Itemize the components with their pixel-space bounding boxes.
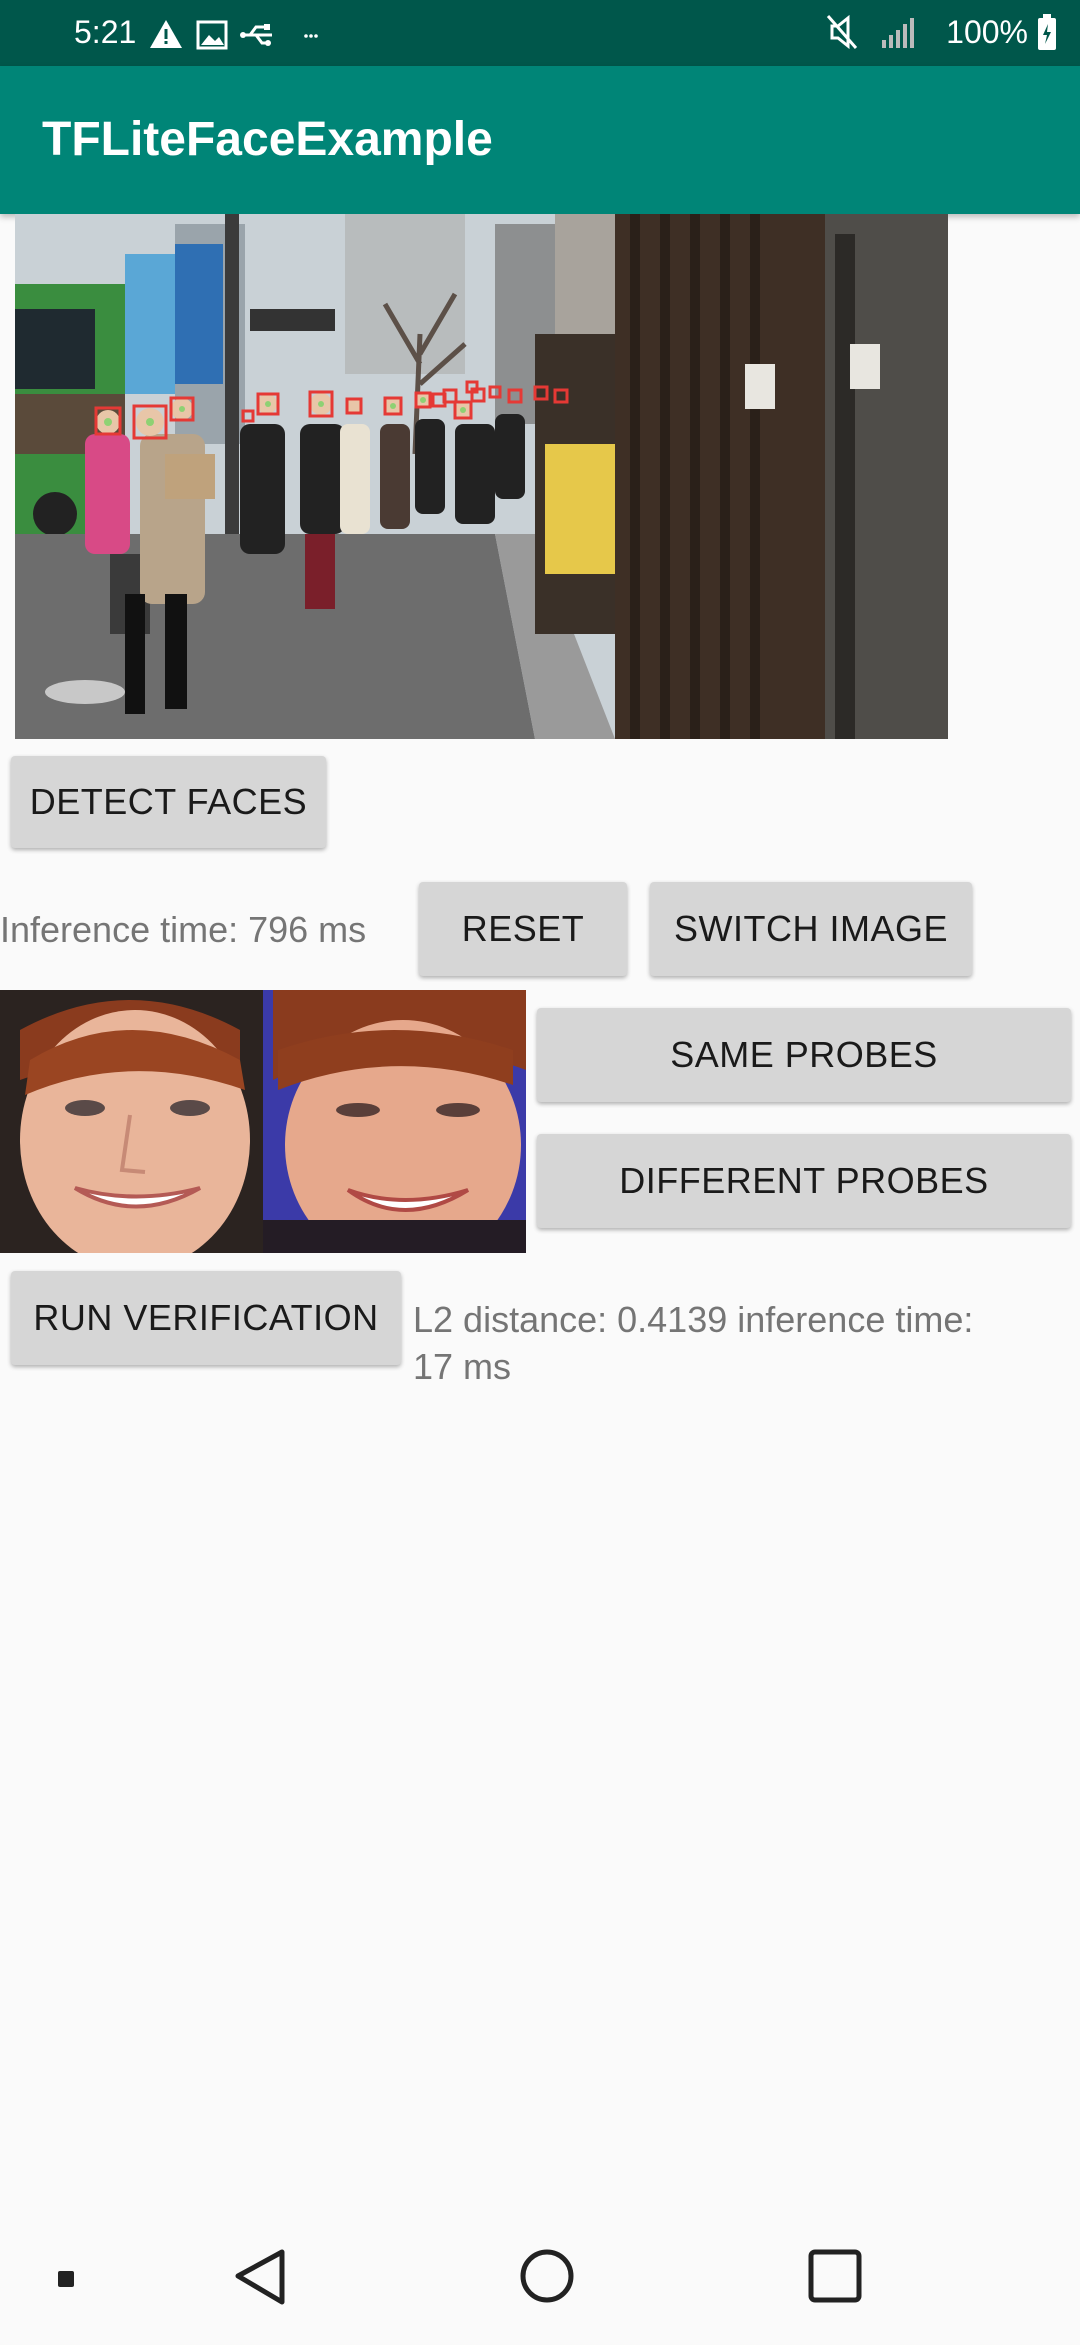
same-probes-button[interactable]: SAME PROBES [537,1008,1071,1102]
status-left-icons [150,20,318,50]
more-icon [304,34,318,38]
inference-time-text: Inference time: 796 ms [0,909,367,950]
navigation-bar [0,2220,1080,2340]
recents-icon [808,2249,862,2303]
detect-faces-button[interactable]: DETECT FACES [11,756,326,848]
detection-image [15,214,948,739]
app-bar: TFLiteFaceExample [0,66,1080,214]
different-probes-button[interactable]: DIFFERENT PROBES [537,1134,1071,1228]
back-icon [235,2249,285,2305]
reset-button[interactable]: RESET [419,882,627,976]
signal-icon [882,18,915,48]
probe-face-2 [263,990,526,1253]
run-verification-button[interactable]: RUN VERIFICATION [11,1271,401,1365]
dot-icon [58,2271,74,2287]
app-title: TFLiteFaceExample [42,113,493,166]
switch-image-button[interactable]: SWITCH IMAGE [650,882,972,976]
battery-icon [1038,14,1056,50]
home-icon [520,2249,574,2303]
verification-result-line1: L2 distance: 0.4139 inference time: [413,1299,974,1340]
battery-percent: 100% [946,13,1028,50]
status-time: 5:21 [74,14,137,50]
image-icon [196,20,228,50]
verification-result-text: L2 distance: 0.4139 inference time: 17 m… [413,1296,1073,1390]
probe-face-images [0,990,526,1253]
warning-icon [150,20,182,48]
probe-face-1 [0,990,263,1253]
verification-result-line2: 17 ms [413,1346,512,1387]
status-right-icons: 100% [826,12,1058,52]
status-bar: 5:21 100% [0,0,1080,66]
usb-icon [240,24,272,46]
mute-icon [827,14,858,50]
